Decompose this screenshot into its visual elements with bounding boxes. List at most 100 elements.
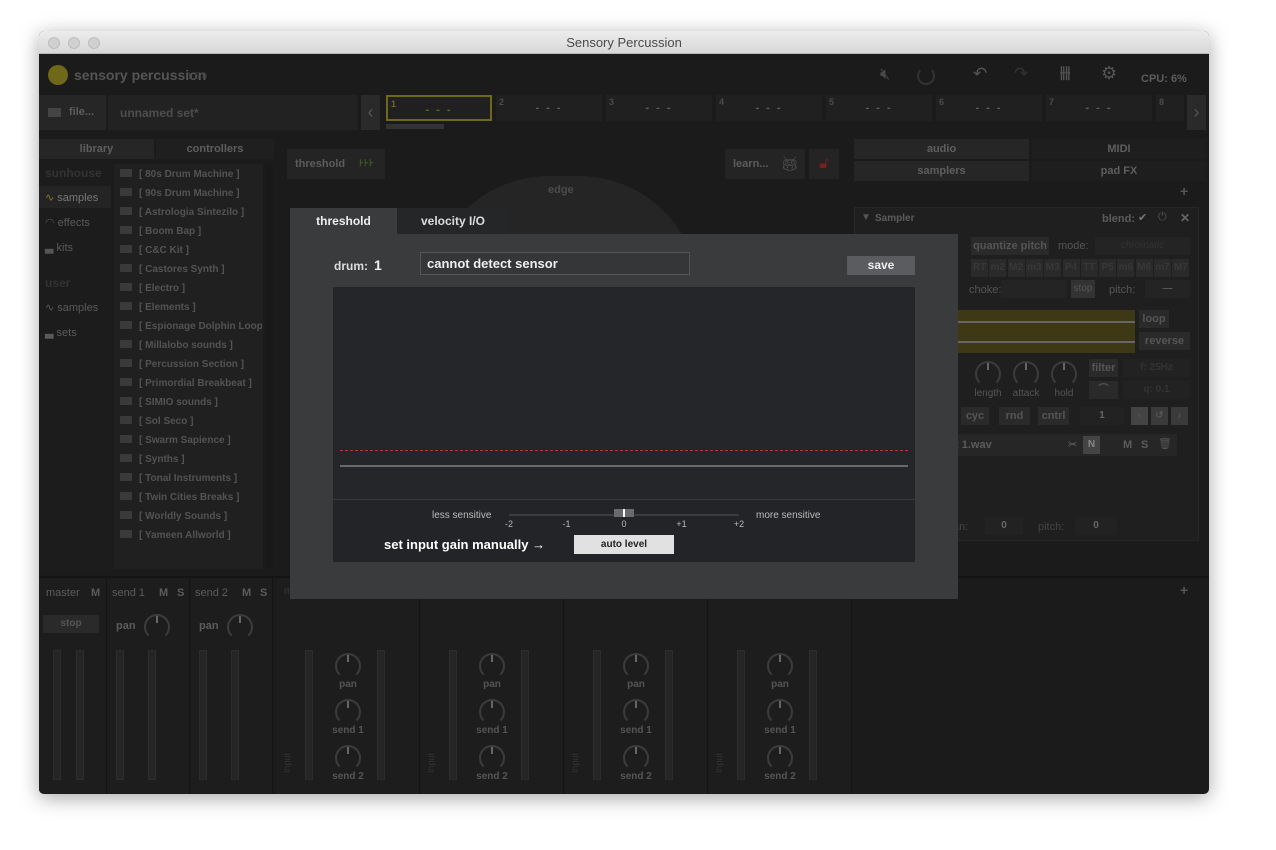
next-sample-icon[interactable]: › <box>1171 407 1188 425</box>
sample-pitch-stepper[interactable]: 0 <box>1075 517 1117 535</box>
tab-pad-fx[interactable]: pad FX <box>1032 161 1206 181</box>
interval-M6-button[interactable]: M6 <box>1135 259 1153 277</box>
send-mute-button[interactable]: M <box>242 587 251 599</box>
library-item[interactable]: [ SIMIO sounds ] <box>120 397 262 408</box>
choke-stop-button[interactable]: stop <box>1071 280 1095 298</box>
pan-knob[interactable] <box>144 614 170 640</box>
filter-q[interactable]: q: 0.1 <box>1123 381 1190 399</box>
reverse-button[interactable]: reverse <box>1139 332 1190 350</box>
interval-m2-button[interactable]: m2 <box>989 259 1007 277</box>
add-channel-button[interactable]: + <box>1180 582 1188 598</box>
library-item[interactable]: [ Tonal Instruments ] <box>120 473 262 484</box>
kit-slot[interactable]: 7- - - <box>1046 95 1152 121</box>
filter-curve-icon[interactable]: ⌒ <box>1089 381 1118 399</box>
unlock-icon[interactable]: 🔓︎ <box>809 149 839 179</box>
tab-library[interactable]: library <box>39 139 154 159</box>
attack-knob[interactable] <box>1013 361 1039 387</box>
library-item[interactable]: [ Yameen Allworld ] <box>120 530 262 541</box>
kit-slot[interactable]: 2- - - <box>496 95 602 121</box>
library-item[interactable]: [ Boom Bap ] <box>120 226 262 237</box>
filter-button[interactable]: filter <box>1089 359 1118 377</box>
redo-icon[interactable]: ↷ <box>1014 64 1028 84</box>
threshold-line[interactable] <box>340 450 908 451</box>
interval-RT-button[interactable]: RT <box>971 259 988 277</box>
kit-slot[interactable]: 1- - - <box>386 95 492 121</box>
send1-knob[interactable] <box>767 699 793 725</box>
tab-midi[interactable]: MIDI <box>1032 139 1206 159</box>
library-item[interactable]: [ Astrologia Sintezilo ] <box>120 207 262 218</box>
undo-icon[interactable]: ↶ <box>973 64 987 84</box>
length-knob[interactable] <box>975 361 1001 387</box>
interval-M2-button[interactable]: M2 <box>1007 259 1025 277</box>
tab-samplers[interactable]: samplers <box>854 161 1029 181</box>
send-mute-button[interactable]: M <box>159 587 168 599</box>
send2-knob[interactable] <box>479 745 505 771</box>
sidebar-item-sunhouse-kits[interactable]: ▃ kits <box>45 241 73 254</box>
sample-solo-button[interactable]: S <box>1141 439 1148 451</box>
scissors-icon[interactable]: ✂ <box>1068 438 1077 451</box>
mixer-icon[interactable]: ⫲⫲ <box>1060 64 1070 82</box>
sidebar-item-user-sets[interactable]: ▃ sets <box>45 326 77 339</box>
set-name-field[interactable]: unnamed set* <box>108 95 358 130</box>
library-item[interactable]: [ Millalobo sounds ] <box>120 340 262 351</box>
interval-M7-button[interactable]: M7 <box>1172 259 1190 277</box>
sample-index-stepper[interactable]: 1 <box>1080 407 1124 425</box>
send2-knob[interactable] <box>767 745 793 771</box>
set-input-gain-link[interactable]: set input gain manually → <box>384 537 545 552</box>
add-effect-button[interactable]: + <box>1180 183 1188 199</box>
send1-knob[interactable] <box>479 699 505 725</box>
library-item[interactable]: [ Synths ] <box>120 454 262 465</box>
choke-select[interactable] <box>1001 280 1067 298</box>
waveform-display[interactable] <box>955 310 1135 353</box>
pan-knob[interactable] <box>227 614 253 640</box>
quantize-pitch-button[interactable]: quantize pitch <box>971 237 1049 255</box>
send2-knob[interactable] <box>623 745 649 771</box>
library-item[interactable]: [ Primordial Breakbeat ] <box>120 378 262 389</box>
reset-icon[interactable]: ↺ <box>1151 407 1168 425</box>
auto-level-button[interactable]: auto level <box>574 535 674 554</box>
interval-P5-button[interactable]: P5 <box>1099 259 1117 277</box>
pan-knob[interactable] <box>335 653 361 679</box>
interval-m6-button[interactable]: m6 <box>1117 259 1135 277</box>
zoom-window-button[interactable] <box>88 37 100 49</box>
tab-controllers[interactable]: controllers <box>156 139 274 159</box>
file-button[interactable]: file... <box>39 95 106 130</box>
interval-m7-button[interactable]: m7 <box>1154 259 1171 277</box>
library-item[interactable]: [ Electro ] <box>120 283 262 294</box>
tab-audio[interactable]: audio <box>854 139 1029 159</box>
library-item[interactable]: [ C&C Kit ] <box>120 245 262 256</box>
slots-scrollbar[interactable] <box>386 124 444 129</box>
mute-icon[interactable]: 🔇︎ <box>880 66 890 84</box>
channel-fader[interactable] <box>377 650 385 780</box>
channel-fader[interactable] <box>521 650 529 780</box>
sensitivity-slider-thumb[interactable] <box>614 509 634 517</box>
pan-knob[interactable] <box>767 653 793 679</box>
save-button[interactable]: save <box>847 256 915 275</box>
power-icon[interactable]: ⏻ <box>1158 211 1167 224</box>
hold-knob[interactable] <box>1051 361 1077 387</box>
prev-sample-icon[interactable]: ‹ <box>1131 407 1148 425</box>
kit-slot[interactable]: 3- - - <box>606 95 712 121</box>
library-item[interactable]: [ Twin Cities Breaks ] <box>120 492 262 503</box>
sidebar-item-sunhouse-samples[interactable]: ∿ samples <box>45 191 98 204</box>
send1-knob[interactable] <box>623 699 649 725</box>
pitch-stepper[interactable]: — <box>1145 280 1190 298</box>
kit-slot[interactable]: 6- - - <box>936 95 1042 121</box>
sidebar-item-sunhouse-effects[interactable]: ◠ effects <box>45 216 90 229</box>
loop-button[interactable]: loop <box>1139 310 1169 328</box>
trash-icon[interactable]: 🗑︎ <box>1158 437 1172 450</box>
channel-fader[interactable] <box>665 650 673 780</box>
interval-m3-button[interactable]: m3 <box>1025 259 1043 277</box>
close-window-button[interactable] <box>48 37 60 49</box>
interval-M3-button[interactable]: M3 <box>1044 259 1062 277</box>
master-fader[interactable] <box>53 650 61 780</box>
kit-slot[interactable]: 8 <box>1156 95 1184 121</box>
library-item[interactable]: [ Worldly Sounds ] <box>120 511 262 522</box>
settings-gear-icon[interactable]: ⚙ <box>1101 63 1117 84</box>
interval-TT-button[interactable]: TT <box>1080 259 1098 277</box>
library-item[interactable]: [ Elements ] <box>120 302 262 313</box>
sample-mute-button[interactable]: M <box>1123 439 1132 451</box>
pan-knob[interactable] <box>623 653 649 679</box>
send2-knob[interactable] <box>335 745 361 771</box>
minimize-window-button[interactable] <box>68 37 80 49</box>
